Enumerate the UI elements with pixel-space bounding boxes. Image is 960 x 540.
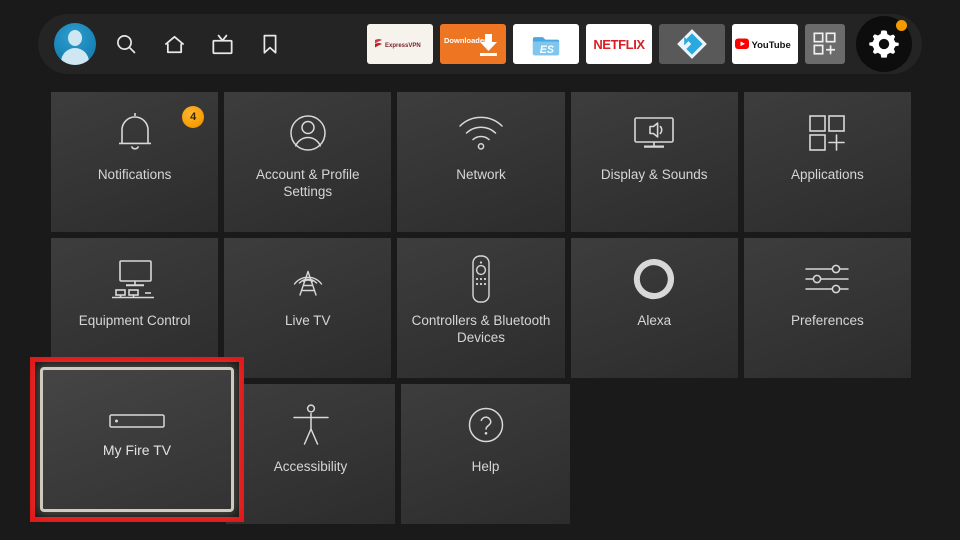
tile-preferences[interactable]: Preferences xyxy=(743,238,912,378)
tile-label: My Fire TV xyxy=(102,442,172,458)
app-tile-kodi[interactable] xyxy=(659,24,725,64)
svg-text:Downloader: Downloader xyxy=(444,36,487,45)
tile-my-fire-tv[interactable]: My Fire TV xyxy=(40,367,234,512)
svg-text:ExpressVPN: ExpressVPN xyxy=(385,43,421,49)
svg-text:YouTube: YouTube xyxy=(752,40,791,51)
settings-button[interactable] xyxy=(856,16,912,72)
person-circle-icon xyxy=(224,92,391,166)
tile-label: Preferences xyxy=(791,313,864,328)
tile-notifications[interactable]: 4 Notifications xyxy=(51,92,219,232)
sliders-icon xyxy=(744,238,911,312)
top-navigation-bar: ExpressVPN Downloader ES NETFLIX YouTube xyxy=(38,14,922,74)
profile-avatar[interactable] xyxy=(48,17,102,71)
tv-speaker-icon xyxy=(571,92,738,166)
grid-row-1: 4 Notifications Account & Profile Settin… xyxy=(51,92,912,232)
app-tile-youtube[interactable]: YouTube xyxy=(732,24,798,64)
accessibility-person-icon xyxy=(226,384,395,458)
tile-account-profile-settings[interactable]: Account & Profile Settings xyxy=(224,92,392,232)
svg-text:ES: ES xyxy=(540,44,554,56)
tile-label: Live TV xyxy=(285,313,331,328)
avatar xyxy=(54,23,96,65)
annotation-highlight-box: My Fire TV xyxy=(30,357,244,522)
tile-network[interactable]: Network xyxy=(397,92,565,232)
tile-label: Network xyxy=(456,167,506,182)
app-tile-netflix[interactable]: NETFLIX xyxy=(586,24,652,64)
monitor-devices-icon xyxy=(51,238,218,312)
tile-applications[interactable]: Applications xyxy=(743,92,912,232)
tile-live-tv[interactable]: Live TV xyxy=(224,238,392,378)
tile-help[interactable]: Help xyxy=(401,384,570,524)
tile-label: Controllers & Bluetooth Devices xyxy=(411,313,551,345)
tile-label: Equipment Control xyxy=(78,313,191,328)
wifi-icon xyxy=(397,92,564,166)
tile-label: Account & Profile Settings xyxy=(256,167,360,199)
app-shortcut-strip: ExpressVPN Downloader ES NETFLIX YouTube xyxy=(367,16,922,72)
nav-icon-group xyxy=(38,17,294,71)
app-tile-es-file-explorer[interactable]: ES xyxy=(513,24,579,64)
settings-notification-dot xyxy=(896,20,907,31)
tile-accessibility[interactable]: Accessibility xyxy=(226,384,395,524)
tile-label: Accessibility xyxy=(273,459,348,474)
tile-label: Alexa xyxy=(637,313,672,328)
live-tv-icon[interactable] xyxy=(198,20,246,68)
app-tile-downloader[interactable]: Downloader xyxy=(440,24,506,64)
remote-control-icon xyxy=(397,238,564,312)
question-circle-icon xyxy=(401,384,570,458)
alexa-ring-icon xyxy=(571,238,738,312)
tile-label: Applications xyxy=(791,167,864,182)
broadcast-tower-icon xyxy=(224,238,391,312)
tile-controllers-bluetooth-devices[interactable]: Controllers & Bluetooth Devices xyxy=(397,238,565,378)
tile-label: Help xyxy=(471,459,500,474)
tile-label: Notifications xyxy=(97,167,172,182)
fire-tv-settings-screen: ExpressVPN Downloader ES NETFLIX YouTube… xyxy=(0,0,960,540)
tile-display-sounds[interactable]: Display & Sounds xyxy=(570,92,738,232)
bookmark-icon[interactable] xyxy=(246,20,294,68)
app-tile-all-apps[interactable] xyxy=(805,24,845,64)
app-tile-expressvpn[interactable]: ExpressVPN xyxy=(367,24,433,64)
fire-tv-stick-icon xyxy=(43,370,231,442)
home-icon[interactable] xyxy=(150,20,198,68)
apps-grid-plus-icon xyxy=(744,92,911,166)
tile-label: Display & Sounds xyxy=(600,167,708,182)
bell-icon xyxy=(51,92,218,166)
tile-alexa[interactable]: Alexa xyxy=(570,238,738,378)
search-icon[interactable] xyxy=(102,20,150,68)
